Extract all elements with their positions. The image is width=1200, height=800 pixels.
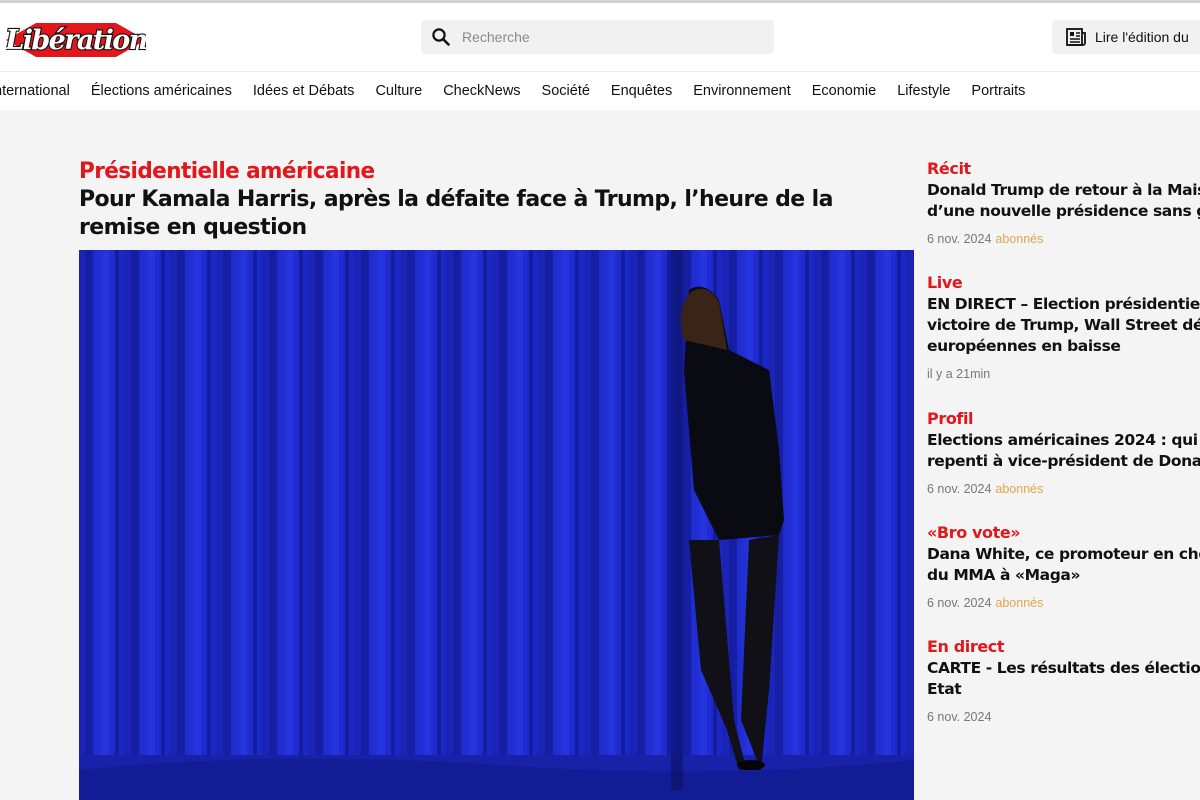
liberation-logo[interactable]: Libération <box>6 15 146 65</box>
sidebar-article[interactable]: Profil Elections américaines 2024 : qui … <box>927 408 1200 496</box>
sidebar-article-category: Live <box>927 273 963 292</box>
main-article: Présidentielle américaine Pour Kamala Ha… <box>79 158 914 242</box>
nav-item-portraits[interactable]: Portraits <box>971 83 1025 99</box>
sidebar-article-category: Récit <box>927 159 971 178</box>
site-header: Libération Lire l'édition du <box>0 3 1200 71</box>
subscriber-badge: abonnés <box>995 482 1044 496</box>
sidebar-article-meta: 6 nov. 2024 abonnés <box>927 232 1200 246</box>
nav-item-checknews[interactable]: CheckNews <box>443 83 520 99</box>
sidebar-article-date: il y a 21min <box>927 367 991 381</box>
search-box[interactable] <box>421 20 774 54</box>
sidebar-article-category: «Bro vote» <box>927 523 1021 542</box>
article-kicker[interactable]: Présidentielle américaine <box>79 158 897 186</box>
sidebar-article-date: 6 nov. 2024 <box>927 596 992 610</box>
nav-item-environnement[interactable]: Environnement <box>693 83 791 99</box>
sidebar-article-title-line[interactable]: repenti à vice-président de Donald Tru <box>927 451 1200 472</box>
search-input[interactable] <box>462 29 752 45</box>
sidebar-article[interactable]: «Bro vote» Dana White, ce promoteur en c… <box>927 522 1200 610</box>
sidebar-article-title-line[interactable]: d’une nouvelle présidence sans garde <box>927 201 1200 222</box>
sidebar-article[interactable]: Récit Donald Trump de retour à la Maison… <box>927 158 1200 246</box>
sidebar-article-title-line[interactable]: du MMA à «Maga» <box>927 565 1200 586</box>
sidebar-article-date: 6 nov. 2024 <box>927 482 992 496</box>
subscriber-badge: abonnés <box>995 232 1044 246</box>
nav-item-economie[interactable]: Economie <box>812 83 876 99</box>
read-edition-button[interactable]: Lire l'édition du <box>1052 20 1200 54</box>
article-headline[interactable]: Pour Kamala Harris, après la défaite fac… <box>79 186 914 242</box>
sidebar-article-title-line[interactable]: Elections américaines 2024 : qui est J <box>927 430 1200 451</box>
sidebar-article-meta: il y a 21min <box>927 367 1200 381</box>
sidebar-article-meta: 6 nov. 2024 abonnés <box>927 596 1200 610</box>
subscriber-badge: abonnés <box>995 596 1044 610</box>
sidebar-article-meta: 6 nov. 2024 abonnés <box>927 482 1200 496</box>
nav-item-societe[interactable]: Société <box>542 83 590 99</box>
read-edition-label: Lire l'édition du <box>1095 29 1189 45</box>
sidebar-article-title-line[interactable]: CARTE - Les résultats des élections an <box>927 658 1200 679</box>
sidebar-article-date: 6 nov. 2024 <box>927 232 992 246</box>
sidebar-article[interactable]: En direct CARTE - Les résultats des élec… <box>927 636 1200 724</box>
sidebar-article-category: En direct <box>927 637 1005 656</box>
logo-text: Libération <box>6 25 146 56</box>
sidebar-article-title-line[interactable]: victoire de Trump, Wall Street décolle <box>927 315 1200 336</box>
nav-item-idees-et-debats[interactable]: Idées et Débats <box>253 83 355 99</box>
nav-item-lifestyle[interactable]: Lifestyle <box>897 83 950 99</box>
sidebar-article-title-line[interactable]: EN DIRECT – Election présidentielle am <box>927 294 1200 315</box>
sidebar-article-category: Profil <box>927 409 974 428</box>
sidebar-article-title-line[interactable]: Dana White, ce promoteur en chef du <box>927 544 1200 565</box>
sidebar-article-meta: 6 nov. 2024 <box>927 710 1200 724</box>
nav-item-international[interactable]: International <box>0 83 70 99</box>
sidebar-article-title-line[interactable]: Donald Trump de retour à la Maison Bl <box>927 180 1200 201</box>
sidebar-article-date: 6 nov. 2024 <box>927 710 992 724</box>
sidebar-article[interactable]: Live EN DIRECT – Election présidentielle… <box>927 272 1200 381</box>
nav-item-enquetes[interactable]: Enquêtes <box>611 83 672 99</box>
nav-item-culture[interactable]: Culture <box>375 83 422 99</box>
nav-item-elections-americaines[interactable]: Élections américaines <box>91 83 232 99</box>
sidebar-article-title-line[interactable]: Etat <box>927 679 1200 700</box>
section-nav: International Élections américaines Idée… <box>0 71 1200 110</box>
sidebar-article-title-line[interactable]: européennes en baisse <box>927 336 1200 357</box>
hero-photo[interactable] <box>79 250 914 800</box>
newspaper-icon <box>1065 26 1087 48</box>
search-icon <box>430 26 452 48</box>
